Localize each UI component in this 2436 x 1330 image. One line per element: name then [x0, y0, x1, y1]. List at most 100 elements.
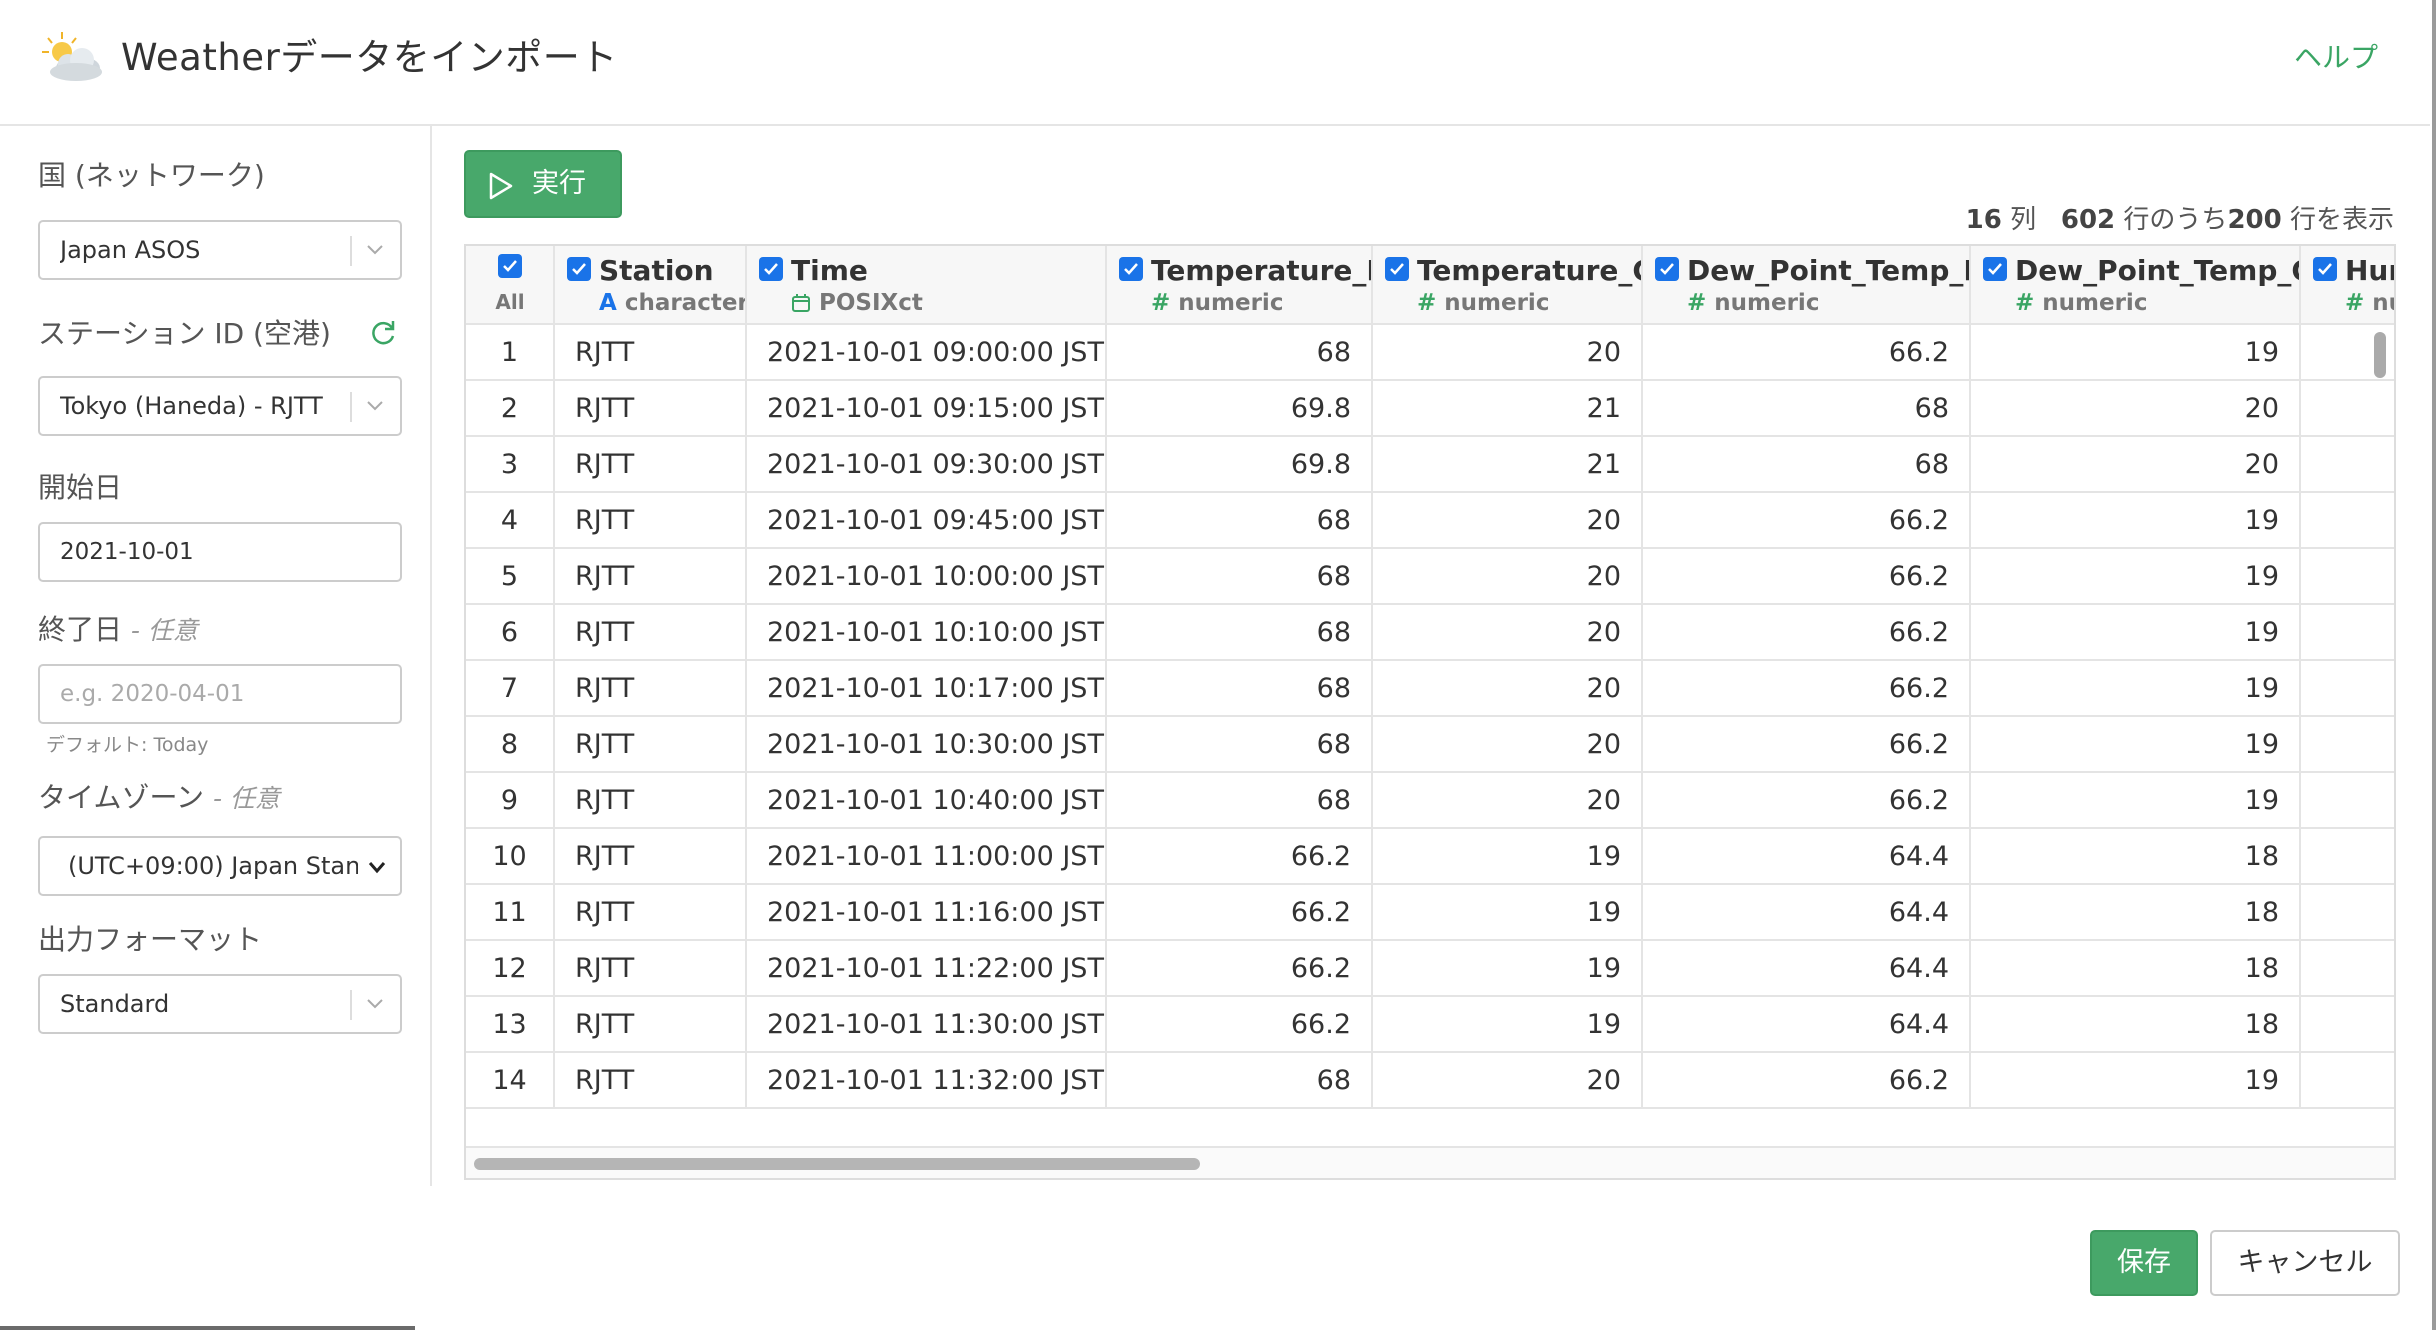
table-cell: 2021-10-01 10:40:00 JST — [746, 772, 1107, 829]
table-cell: 68 — [1642, 436, 1971, 493]
column-name: Dew_Point_Temp_C — [2015, 254, 2300, 287]
row-index: 11 — [466, 884, 555, 941]
numeric-type-icon: # — [1151, 290, 1171, 316]
table-cell: 2021-10-01 11:30:00 JST — [746, 996, 1107, 1053]
end-date-label: 終了日 - 任意 — [38, 610, 198, 651]
table-cell: RJTT — [554, 604, 747, 661]
table-row: 1 RJTT 2021-10-01 09:00:00 JST 68 20 66.2 19 — [466, 324, 2394, 381]
column-type: # numeric — [1151, 288, 1283, 318]
column-select-checkbox[interactable] — [2313, 257, 2337, 281]
table-cell: 20 — [1372, 772, 1643, 829]
column-select-checkbox[interactable] — [1119, 257, 1143, 281]
column-header[interactable]: Time POSIXct — [746, 246, 1107, 325]
table-cell: 66.2 — [1642, 492, 1971, 549]
station-select[interactable]: Tokyo (Haneda) - RJTT — [38, 376, 402, 436]
end-date-input[interactable] — [38, 664, 402, 724]
timezone-label-text: タイムゾーン — [38, 781, 205, 814]
table-cell: 66.2 — [1642, 660, 1971, 717]
table-cell: RJTT — [554, 324, 747, 381]
table-cell: 66.2 — [1642, 548, 1971, 605]
table-cell: 2021-10-01 10:17:00 JST — [746, 660, 1107, 717]
optional-tag: - 任意 — [130, 616, 198, 645]
column-type-label: numeric — [1714, 290, 1820, 316]
chevron-down-icon — [367, 999, 383, 1009]
column-type: # numeric — [1417, 288, 1549, 318]
refresh-icon[interactable] — [368, 318, 398, 348]
timezone-select-value: (UTC+09:00) Japan Standa — [68, 852, 358, 880]
table-cell: 19 — [1970, 1052, 2301, 1109]
cancel-button[interactable]: キャンセル — [2210, 1230, 2400, 1296]
checkmark-icon — [1390, 263, 1404, 275]
column-select-checkbox[interactable] — [1983, 257, 2007, 281]
dialog-title: Weatherデータをインポート — [121, 36, 618, 79]
window-edge — [0, 1326, 415, 1330]
table-row: 10 RJTT 2021-10-01 11:00:00 JST 66.2 19 64.4 1… — [466, 828, 2394, 885]
table-cell: RJTT — [554, 772, 747, 829]
table-cell — [2300, 492, 2394, 549]
column-name: Time — [791, 254, 868, 287]
table-cell: 20 — [1372, 492, 1643, 549]
table-cell: 2021-10-01 11:16:00 JST — [746, 884, 1107, 941]
checkmark-icon — [764, 263, 778, 275]
table-cell: RJTT — [554, 1052, 747, 1109]
column-type-label: character — [624, 290, 746, 316]
timezone-select[interactable]: (UTC+09:00) Japan Standa — [38, 836, 402, 896]
table-cell: 20 — [1970, 436, 2301, 493]
row-count-summary: 16 列 602 行のうち200 行を表示 — [1966, 200, 2394, 240]
numeric-type-icon: # — [2345, 290, 2365, 316]
table-cell: 19 — [1970, 492, 2301, 549]
column-header[interactable]: Temperature_C # numeric — [1372, 246, 1643, 325]
help-link[interactable]: ヘルプ — [2294, 38, 2378, 78]
table-cell: 18 — [1970, 828, 2301, 885]
column-header[interactable]: Dew_Point_Temp_F # numeric — [1642, 246, 1971, 325]
table-cell: 64.4 — [1642, 996, 1971, 1053]
horizontal-scrollbar-track — [466, 1146, 2394, 1178]
calendar-icon — [792, 294, 810, 312]
start-date-input[interactable] — [38, 522, 402, 582]
column-select-checkbox[interactable] — [759, 257, 783, 281]
chevron-down-icon — [367, 245, 383, 255]
table-cell — [2300, 716, 2394, 773]
column-type-label: numeric — [1444, 290, 1550, 316]
row-index: 8 — [466, 716, 555, 773]
run-button[interactable]: 実行 — [464, 150, 622, 218]
column-header[interactable]: Station Acharacter — [554, 246, 747, 325]
checkmark-icon — [1660, 263, 1674, 275]
column-header[interactable]: Dew_Point_Temp_C # numeric — [1970, 246, 2301, 325]
column-select-checkbox[interactable] — [567, 257, 591, 281]
save-button[interactable]: 保存 — [2090, 1230, 2198, 1296]
vertical-scrollbar[interactable] — [2374, 332, 2386, 378]
table-row: 5 RJTT 2021-10-01 10:00:00 JST 68 20 66.2 19 — [466, 548, 2394, 605]
table-row: 6 RJTT 2021-10-01 10:10:00 JST 68 20 66.2 19 — [466, 604, 2394, 661]
table-cell: 68 — [1106, 772, 1373, 829]
end-date-hint: デフォルト: Today — [46, 734, 209, 756]
timezone-label: タイムゾーン - 任意 — [38, 778, 280, 819]
table-cell: 21 — [1372, 380, 1643, 437]
table-cell: 19 — [1372, 884, 1643, 941]
table-cell: 19 — [1372, 828, 1643, 885]
format-select[interactable]: Standard — [38, 974, 402, 1034]
horizontal-scrollbar[interactable] — [474, 1158, 1200, 1170]
column-type: # numeric — [2015, 288, 2147, 318]
parameter-panel: 国 (ネットワーク) Japan ASOS ステーション ID (空港) Tok… — [0, 126, 432, 1186]
select-all-checkbox[interactable] — [498, 254, 522, 278]
format-label: 出力フォーマット — [38, 923, 263, 956]
column-select-checkbox[interactable] — [1655, 257, 1679, 281]
column-type-label: numeric — [1178, 290, 1284, 316]
table-cell: 2021-10-01 10:30:00 JST — [746, 716, 1107, 773]
weather-partly-cloudy-icon — [42, 32, 102, 81]
table-cell: 66.2 — [1106, 940, 1373, 997]
table-cell: 20 — [1372, 716, 1643, 773]
checkmark-icon — [572, 263, 586, 275]
column-header[interactable]: Hur # nu — [2300, 246, 2394, 325]
column-header[interactable]: Temperature_F # numeric — [1106, 246, 1373, 325]
summary-mid-text: 行のうち — [2123, 205, 2228, 235]
table-cell: 20 — [1372, 604, 1643, 661]
column-type-label: POSIXct — [819, 290, 923, 316]
row-index: 7 — [466, 660, 555, 717]
table-cell: 20 — [1372, 1052, 1643, 1109]
column-select-checkbox[interactable] — [1385, 257, 1409, 281]
table-cell — [2300, 940, 2394, 997]
country-select[interactable]: Japan ASOS — [38, 220, 402, 280]
start-date-label: 開始日 — [38, 471, 123, 504]
